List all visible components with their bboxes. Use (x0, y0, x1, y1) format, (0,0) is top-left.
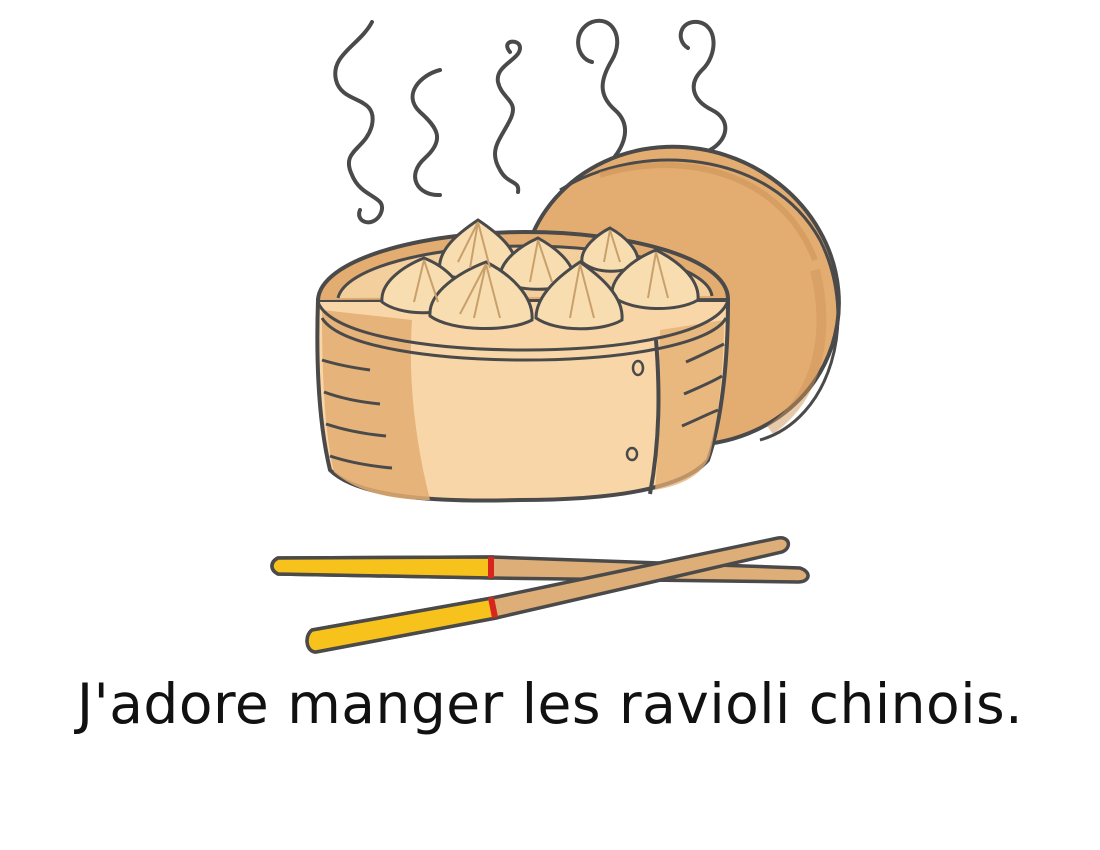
caption-text: J'adore manger les ravioli chinois. (76, 672, 1024, 736)
flashcard-page: J'adore manger les ravioli chinois. (0, 0, 1100, 850)
chopsticks-icon (270, 536, 810, 654)
